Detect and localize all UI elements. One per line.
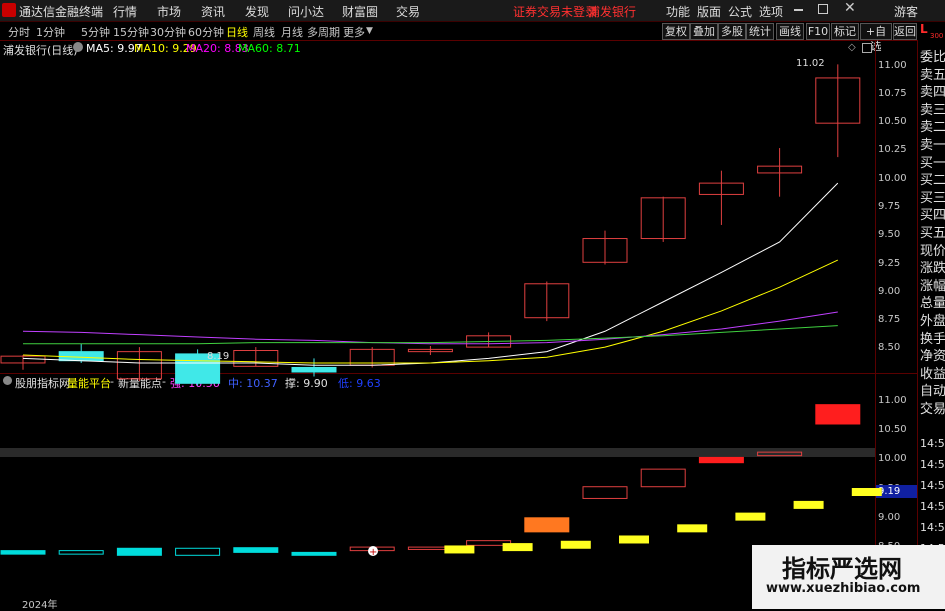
sidebar-item[interactable]: 涨跌 (920, 257, 945, 276)
indicator-box (582, 486, 628, 499)
indicator-box (0, 550, 46, 555)
new-point-plus: + (369, 547, 377, 558)
watermark-url: www.xuezhibiao.com (766, 581, 921, 596)
trade-time: 14:56 (920, 437, 945, 450)
sidebar-item[interactable]: 卖三 (920, 99, 945, 118)
trade-time: 14:56 (920, 458, 945, 471)
sidebar-item[interactable]: 买五 (920, 222, 945, 241)
sidebar-item[interactable]: 买一 (920, 152, 945, 171)
indicator-box (291, 551, 337, 556)
sidebar-item[interactable]: 卖一 (920, 134, 945, 153)
support-bar (560, 540, 591, 549)
sidebar-item[interactable]: 买二 (920, 169, 945, 188)
sidebar-item[interactable]: 涨幅 (920, 275, 945, 294)
watermark-title: 指标严选网 (782, 555, 902, 583)
sidebar-item[interactable]: 买四 (920, 204, 945, 223)
support-bar (677, 524, 708, 533)
indicator-box (815, 404, 861, 425)
indicator-box (233, 547, 279, 553)
sidebar-item[interactable]: 收益 (920, 363, 945, 382)
sidebar-item[interactable]: 换手 (920, 328, 945, 347)
sidebar-item[interactable]: 外盘 (920, 310, 945, 329)
sidebar-item[interactable]: 委比 (920, 46, 945, 65)
indicator-box (58, 550, 104, 555)
indicator-box (524, 517, 570, 533)
sidebar-item[interactable]: 净资 (920, 345, 945, 364)
indicator-box (175, 547, 221, 556)
sidebar-item[interactable]: 卖四 (920, 81, 945, 100)
support-bar (619, 535, 649, 544)
support-bar (793, 500, 824, 509)
support-bar (851, 488, 882, 496)
high-price-label: 11.02 (796, 58, 825, 69)
candle-body (291, 366, 337, 373)
support-bar (735, 512, 766, 521)
trade-time: 14:56 (920, 479, 945, 492)
candlestick-chart: + (0, 64, 882, 558)
trade-time: 14:56 (920, 521, 945, 534)
candle-body (58, 351, 104, 362)
sidebar-item[interactable]: 买三 (920, 187, 945, 206)
low-price-label: 8.19 (207, 351, 230, 362)
ma20-line (22, 311, 838, 345)
sidebar-item[interactable]: 交易 (920, 398, 945, 417)
ma5-line (22, 182, 839, 366)
trade-time: 14:56 (920, 500, 945, 513)
sidebar-item[interactable]: 现价 (920, 240, 945, 259)
indicator-box (116, 547, 162, 556)
indicator-box (640, 468, 686, 488)
support-bar (444, 545, 475, 554)
highlight-band (0, 448, 875, 457)
sidebar-item[interactable]: 自动 (920, 380, 945, 399)
quote-sidebar: 委比 卖五 卖四 卖三 卖二 卖一 买一 买二 买三 买四 买五 现价 涨跌 涨幅 总量 外盘 换手 净资 收益 自动… (917, 40, 945, 609)
sidebar-item[interactable]: 卖五 (920, 64, 945, 83)
sidebar-item[interactable]: 总量 (920, 292, 945, 311)
sidebar-item[interactable]: 卖二 (920, 116, 945, 135)
indicator-box (698, 456, 744, 464)
watermark: 指标严选网 www.xuezhibiao.com (752, 545, 945, 609)
support-bar (502, 543, 533, 552)
